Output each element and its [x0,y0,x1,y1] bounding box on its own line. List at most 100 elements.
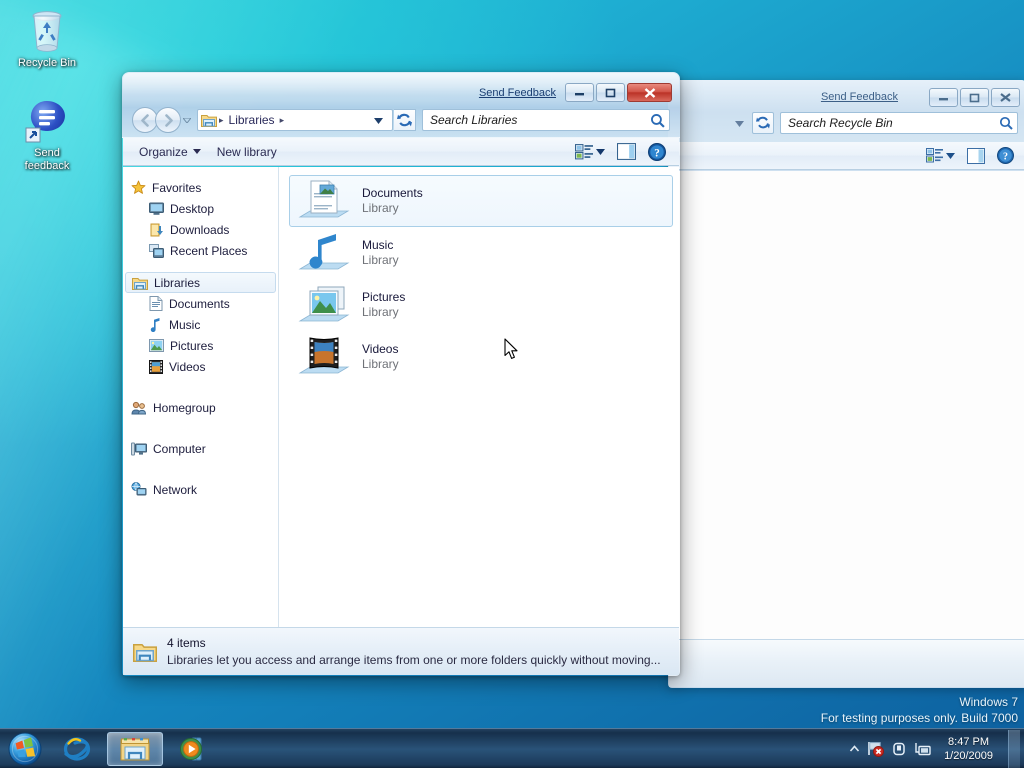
minimize-button-background[interactable] [929,88,958,107]
network-icon[interactable] [914,741,931,757]
library-item-documents[interactable]: Documents Library [289,175,673,227]
send-feedback-link-background[interactable]: Send Feedback [821,91,898,103]
search-input[interactable] [430,113,650,127]
recent-pages-dropdown[interactable] [181,117,193,123]
sidebar-item-network[interactable]: Network [123,479,278,500]
recent-places-icon [149,243,164,258]
preview-pane-icon-background [967,147,985,164]
clock[interactable]: 8:47 PM 1/20/2009 [938,735,999,763]
windows-explorer-icon [120,737,150,760]
file-list-background[interactable] [669,171,1024,639]
address-row-background[interactable] [676,112,1018,134]
sidebar-item-recent-places[interactable]: Recent Places [123,240,278,261]
address-dropdown-background[interactable] [728,114,751,132]
window-body[interactable]: Favorites Desktop Downloads Recent Place… [123,167,679,627]
file-list-pane[interactable]: Documents Library Music Library Pictures… [279,167,679,627]
window-recycle-bin[interactable]: Send Feedback Search Recycle Bin ? [668,80,1024,688]
command-bar[interactable]: Organize New library ? [123,138,679,166]
action-center-flag-icon[interactable] [867,740,885,757]
start-button[interactable] [2,730,48,768]
new-library-button[interactable]: New library [209,141,285,163]
sidebar-item-libraries[interactable]: Libraries [125,272,276,293]
help-button[interactable]: ? [643,140,671,164]
refresh-button[interactable] [394,109,416,131]
organize-label: Organize [139,144,188,159]
close-button-background[interactable] [991,88,1020,107]
system-tray[interactable]: 8:47 PM 1/20/2009 [849,729,1024,768]
library-item-text: Pictures Library [362,290,405,320]
details-text: 4 items Libraries let you access and arr… [167,635,661,669]
sidebar-item-desktop[interactable]: Desktop [123,198,278,219]
sidebar-label: Videos [169,359,206,374]
caption-buttons-background[interactable] [929,88,1020,107]
close-button[interactable] [627,83,672,102]
preview-pane-icon [617,143,636,160]
sidebar-item-pictures[interactable]: Pictures [123,335,278,356]
desktop-icon-send-feedback[interactable]: Send feedback [8,96,86,173]
sidebar-item-videos[interactable]: Videos [123,356,278,377]
help-button-background[interactable]: ? [992,144,1019,167]
taskbar-button-windows-media-player[interactable] [165,732,221,766]
taskbar-button-internet-explorer[interactable] [49,732,105,766]
send-feedback-link[interactable]: Send Feedback [479,87,556,99]
downloads-icon [150,223,163,236]
address-row[interactable]: ▸ Libraries ▸ [132,107,670,133]
command-bar-background[interactable]: ? [669,142,1024,170]
search-box-background[interactable] [780,112,1018,134]
address-dropdown-button[interactable] [367,111,390,129]
sidebar-item-favorites[interactable]: Favorites [123,177,278,198]
refresh-button-background[interactable] [752,112,774,134]
library-item-music[interactable]: Music Library [289,227,673,279]
breadcrumb-separator-1[interactable]: ▸ [278,115,287,126]
sidebar-item-downloads[interactable]: Downloads [123,219,278,240]
music-note-icon [150,318,160,332]
forward-button[interactable] [155,107,181,133]
sidebar-label: Downloads [170,222,230,237]
sidebar-label: Favorites [152,180,202,195]
sidebar-item-homegroup[interactable]: Homegroup [123,397,278,418]
navigation-pane[interactable]: Favorites Desktop Downloads Recent Place… [123,167,279,627]
breadcrumb-libraries[interactable]: Libraries [226,113,278,127]
internet-explorer-icon [63,736,91,761]
preview-pane-button[interactable] [612,140,641,163]
desktop-icon-recycle-bin[interactable]: Recycle Bin [8,6,86,70]
minimize-button[interactable] [565,83,594,102]
windows-media-player-icon [180,737,202,760]
change-view-icon-background [926,148,943,163]
library-item-name: Documents [362,186,423,200]
sidebar-label: Recent Places [170,243,248,258]
organize-button[interactable]: Organize [131,141,209,163]
library-item-name: Music [362,238,394,252]
maximize-button-background[interactable] [960,88,989,107]
library-item-pictures[interactable]: Pictures Library [289,279,673,331]
change-view-button-background[interactable] [921,145,960,166]
videos-filmstrip-icon [149,359,163,374]
power-icon[interactable] [891,741,907,757]
show-desktop-button[interactable] [1008,729,1020,768]
maximize-button[interactable] [596,83,625,102]
sidebar-label: Network [153,482,198,497]
desktop-icon-label: Recycle Bin [17,57,77,69]
windows-build-watermark: Windows 7 For testing purposes only. Bui… [821,694,1018,726]
sidebar-item-music[interactable]: Music [123,314,278,335]
command-bar-right-background[interactable]: ? [921,144,1023,167]
search-input-background[interactable] [788,116,999,130]
pictures-icon [149,339,164,352]
library-item-videos[interactable]: Videos Library [289,331,673,383]
content-area-background[interactable] [669,171,1024,639]
taskbar[interactable]: 8:47 PM 1/20/2009 [0,728,1024,768]
caption-buttons[interactable] [565,83,672,102]
library-item-name: Pictures [362,290,406,304]
sidebar-item-computer[interactable]: Computer [123,438,278,459]
preview-pane-button-background[interactable] [962,145,990,167]
search-box[interactable] [422,109,670,131]
address-bar[interactable]: ▸ Libraries ▸ [197,109,393,131]
taskbar-button-windows-explorer[interactable] [107,731,163,766]
show-hidden-icons-chevron[interactable] [849,744,860,753]
window-libraries[interactable]: Send Feedback ▸ Libraries ▸ Search Libra… [122,72,680,676]
library-item-name: Videos [362,342,399,356]
sidebar-item-documents[interactable]: Documents [123,293,278,314]
command-bar-right[interactable]: ? [570,140,675,164]
change-view-button[interactable] [570,141,610,163]
